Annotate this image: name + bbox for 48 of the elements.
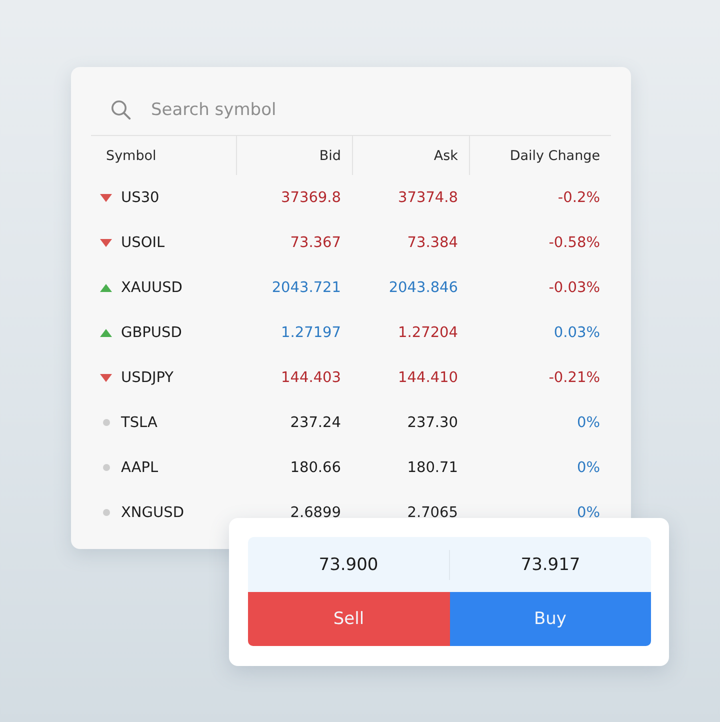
ask-price: 73.384 <box>407 234 458 250</box>
ask-quote: 73.917 <box>520 554 582 574</box>
dot-icon <box>102 419 110 426</box>
daily-change: 0% <box>576 460 600 476</box>
bid-price: 1.27197 <box>281 324 341 340</box>
search-icon <box>111 100 131 120</box>
symbol-text: TSLA <box>121 414 158 430</box>
bid-price: 237.24 <box>290 414 341 430</box>
dot-icon <box>102 509 110 516</box>
down-triangle-icon <box>100 194 112 202</box>
column-header[interactable]: Bid <box>236 136 352 175</box>
ask-price: 180.71 <box>407 460 458 476</box>
bid-price: 73.367 <box>290 234 341 250</box>
ask-price: 2043.846 <box>388 280 458 296</box>
daily-change: -0.21% <box>548 370 600 386</box>
ask-price: 2.7065 <box>407 504 458 520</box>
bid-price: 2.6899 <box>290 504 341 520</box>
daily-change: -0.2% <box>558 190 600 206</box>
dot-icon <box>102 464 110 471</box>
ask-price: 144.410 <box>398 370 458 386</box>
column-header[interactable]: Symbol <box>91 136 236 175</box>
daily-change: 0% <box>576 414 600 430</box>
ask-price: 237.30 <box>407 414 458 430</box>
symbol-text: US30 <box>121 190 160 206</box>
symbol-text: XAUUSD <box>121 280 182 296</box>
search-field[interactable]: Search symbol <box>151 97 611 123</box>
column-header[interactable]: Daily Change <box>469 136 611 175</box>
symbol-text: USDJPY <box>121 370 174 386</box>
symbol-text: AAPL <box>121 460 158 476</box>
bid-price: 144.403 <box>281 370 341 386</box>
daily-change: -0.58% <box>548 234 600 250</box>
bid-quote: 73.900 <box>318 554 380 574</box>
symbol-text: GBPUSD <box>121 324 182 340</box>
bid-price: 180.66 <box>290 460 341 476</box>
column-header[interactable]: Ask <box>352 136 469 175</box>
daily-change: -0.03% <box>548 280 600 296</box>
daily-change: 0.03% <box>554 324 600 340</box>
daily-change: 0% <box>576 504 600 520</box>
down-triangle-icon <box>100 374 112 382</box>
down-triangle-icon <box>100 238 112 246</box>
bid-price: 2043.721 <box>272 280 341 296</box>
symbol-text: XNGUSD <box>121 504 184 520</box>
ask-price: 37374.8 <box>398 190 458 206</box>
bid-price: 37369.8 <box>281 190 341 206</box>
up-triangle-icon <box>100 284 112 292</box>
up-triangle-icon <box>100 328 112 336</box>
ask-price: 1.27204 <box>398 324 458 340</box>
symbol-text: USOIL <box>121 234 165 250</box>
